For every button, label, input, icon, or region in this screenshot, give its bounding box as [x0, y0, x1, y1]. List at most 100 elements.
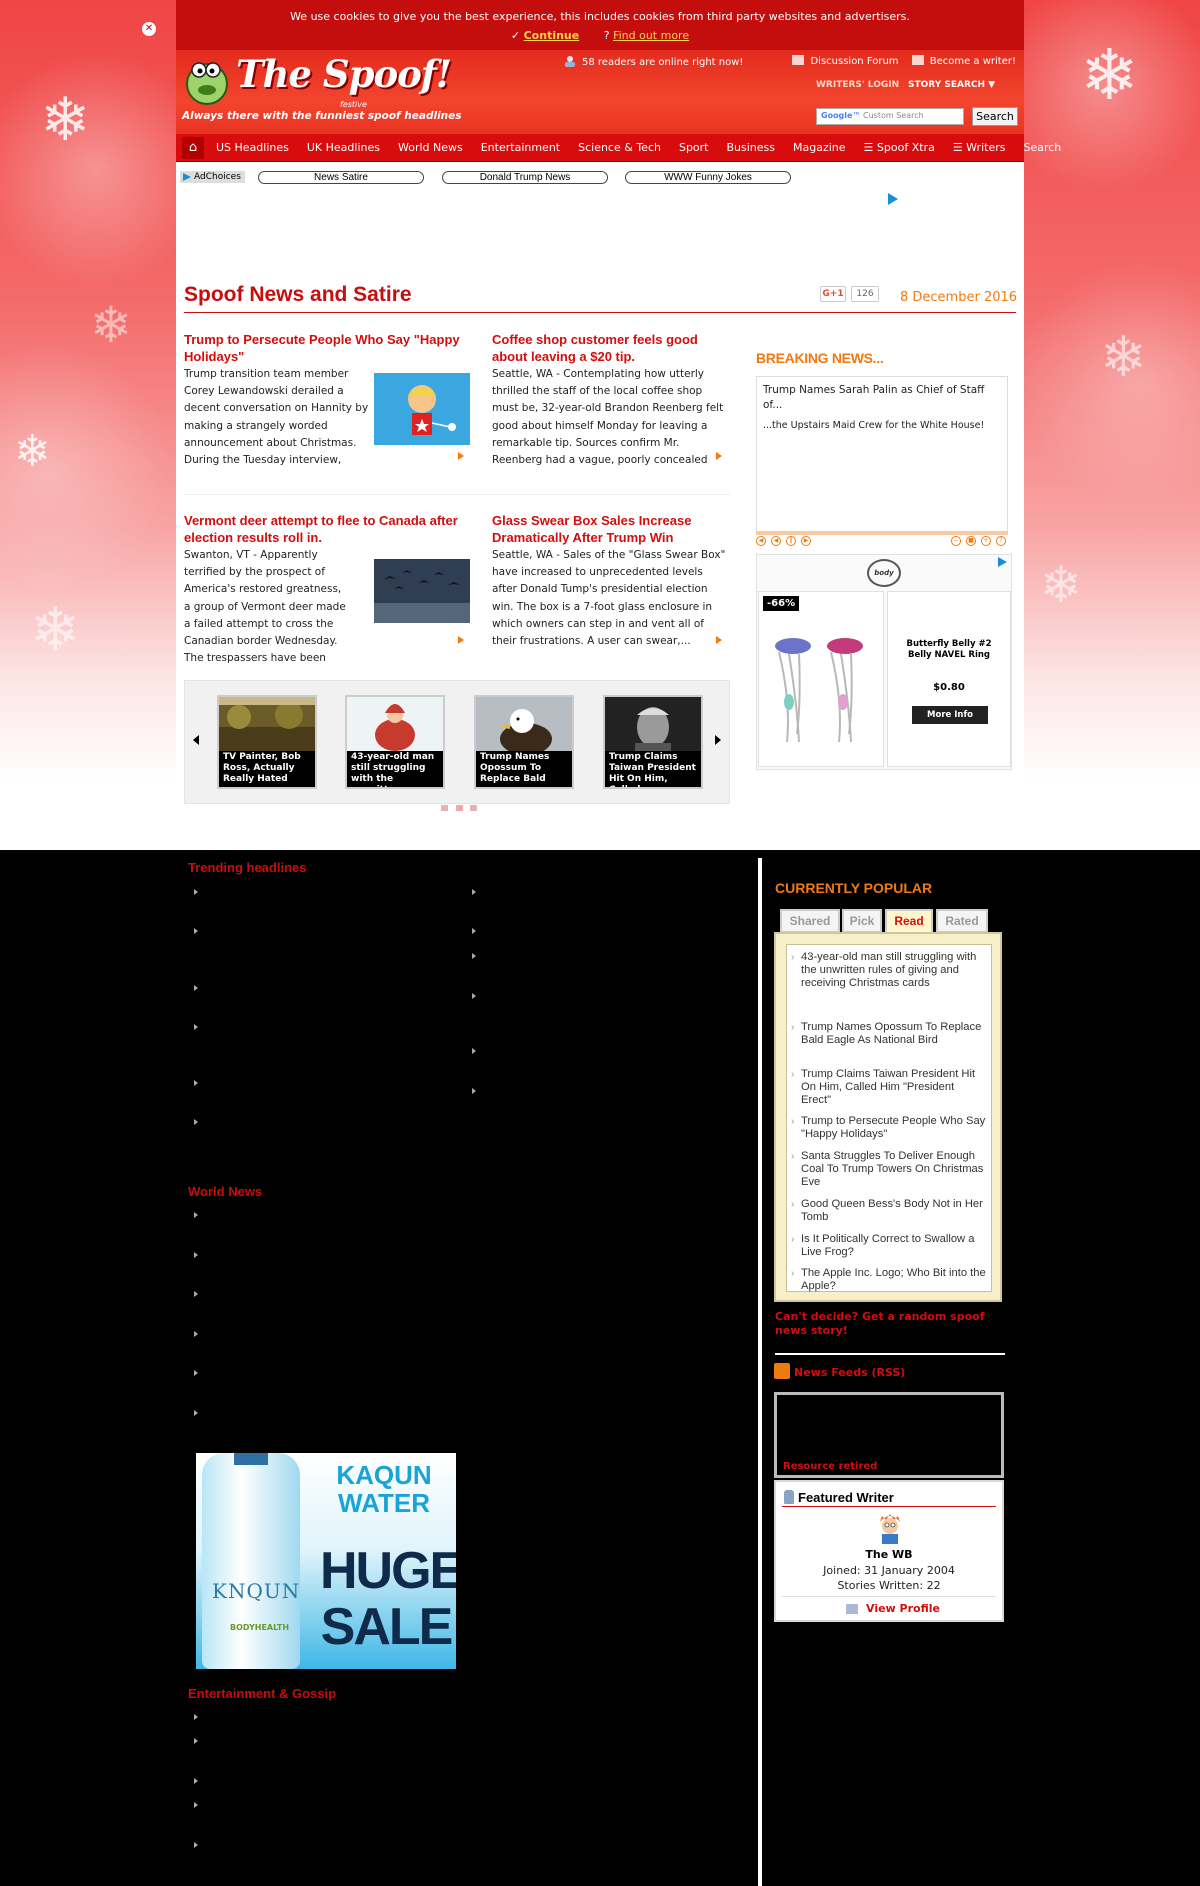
- last-icon[interactable]: ▶: [801, 536, 811, 546]
- ad-product-image[interactable]: -66%: [758, 591, 884, 767]
- popular-item[interactable]: Trump Names Opossum To Replace Bald Eagl…: [791, 1021, 987, 1047]
- writers-login-link[interactable]: WRITERS' LOGIN: [816, 80, 899, 90]
- article-thumbnail[interactable]: [374, 555, 470, 627]
- article-title[interactable]: Coffee shop customer feels good about le…: [492, 331, 728, 365]
- close-icon[interactable]: ✕: [142, 22, 156, 36]
- search-input[interactable]: Google™ Custom Search: [816, 108, 964, 125]
- story-search-link[interactable]: STORY SEARCH ▼: [908, 80, 995, 90]
- carousel-next-icon[interactable]: [715, 735, 721, 745]
- nav-item-business[interactable]: Business: [727, 134, 776, 162]
- logo-mascot-icon[interactable]: [184, 56, 230, 106]
- popular-item[interactable]: Is It Politically Correct to Swallow a L…: [791, 1233, 987, 1259]
- popular-item[interactable]: Trump to Persecute People Who Say "Happy…: [791, 1115, 987, 1141]
- carousel-caption: Trump Names Opossum To Replace Bald: [476, 751, 572, 787]
- nav-item-sport[interactable]: Sport: [679, 134, 709, 162]
- carousel-dot[interactable]: [456, 805, 463, 811]
- article-teaser: Seattle, WA - Contemplating how utterly …: [492, 368, 724, 467]
- article-card[interactable]: Trump to Persecute People Who Say "Happy…: [184, 331, 470, 471]
- tab-pick[interactable]: Pick: [842, 909, 882, 933]
- carousel-item[interactable]: TV Painter, Bob Ross, Actually Really Ha…: [217, 695, 317, 789]
- carousel-item[interactable]: Trump Names Opossum To Replace Bald: [474, 695, 574, 789]
- article-thumbnail[interactable]: [374, 373, 470, 445]
- nav-item-uk-headlines[interactable]: UK Headlines: [307, 134, 380, 162]
- help-icon[interactable]: ?: [996, 536, 1006, 546]
- popular-item[interactable]: Santa Struggles To Deliver Enough Coal T…: [791, 1150, 987, 1189]
- gplus-button[interactable]: G+1: [820, 286, 846, 302]
- random-story-link[interactable]: Can't decide? Get a random spoof news st…: [775, 1310, 995, 1338]
- tab-rated[interactable]: Rated: [936, 909, 988, 933]
- divider: [775, 1353, 1005, 1355]
- tab-shared[interactable]: Shared: [780, 909, 840, 933]
- discussion-forum-link[interactable]: Discussion Forum: [810, 56, 898, 67]
- writer-name[interactable]: The WB: [776, 1548, 1002, 1561]
- logo-festive: festive: [340, 100, 367, 109]
- cookie-find-out-link[interactable]: Find out more: [613, 29, 689, 42]
- pen-icon: [911, 55, 924, 65]
- stop-icon[interactable]: ■: [966, 536, 976, 546]
- list-bullet: [194, 1778, 198, 1784]
- article-title[interactable]: Vermont deer attempt to flee to Canada a…: [184, 512, 470, 546]
- carousel-item[interactable]: 43-year-old man still struggling with th…: [345, 695, 445, 789]
- popular-item[interactable]: Trump Claims Taiwan President Hit On Him…: [791, 1068, 987, 1107]
- list-bullet: [194, 1024, 198, 1030]
- kaqun-water-ad[interactable]: KNQUN BODYHEALTH KAQUN WATER HUGE SALE: [196, 1453, 456, 1669]
- product-ad[interactable]: body -66% Butterfly Belly #2 Belly NAVEL…: [756, 554, 1012, 770]
- breaking-news-box[interactable]: Trump Names Sarah Palin as Chief of Staf…: [756, 376, 1008, 532]
- article-title[interactable]: Glass Swear Box Sales Increase Dramatica…: [492, 512, 728, 546]
- adchoices-badge[interactable]: AdChoices: [180, 171, 245, 183]
- breaking-news-headline[interactable]: Trump Names Sarah Palin as Chief of Staf…: [763, 383, 1001, 413]
- ad-info-icon[interactable]: [888, 193, 898, 205]
- popular-item[interactable]: The Apple Inc. Logo; Who Bit into the Ap…: [791, 1267, 987, 1293]
- divider: [782, 1596, 996, 1597]
- plus-icon[interactable]: +: [981, 536, 991, 546]
- nav-item-world-news[interactable]: World News: [398, 134, 463, 162]
- carousel-item[interactable]: Trump Claims Taiwan President Hit On Him…: [603, 695, 703, 789]
- tab-read[interactable]: Read: [885, 909, 933, 933]
- carousel-prev-icon[interactable]: [193, 735, 199, 745]
- first-icon[interactable]: ◀: [756, 536, 766, 546]
- read-more-arrow-icon[interactable]: [458, 452, 464, 460]
- home-icon[interactable]: ⌂: [182, 137, 204, 159]
- read-more-arrow-icon[interactable]: [458, 636, 464, 644]
- cookie-continue-link[interactable]: Continue: [524, 29, 580, 42]
- more-info-button[interactable]: More Info: [912, 706, 988, 724]
- prev-icon[interactable]: ◀: [771, 536, 781, 546]
- nav-item-magazine[interactable]: Magazine: [793, 134, 846, 162]
- nav-item-entertainment[interactable]: Entertainment: [481, 134, 560, 162]
- avatar[interactable]: [876, 1512, 904, 1544]
- search-button[interactable]: Search: [972, 107, 1018, 126]
- question-icon: ?: [603, 29, 610, 42]
- ad-info-icon[interactable]: [998, 557, 1007, 567]
- ad-brand-logo: body: [867, 559, 901, 587]
- carousel-dot[interactable]: [441, 805, 448, 811]
- belly-ring-image: [775, 638, 863, 743]
- nav-item-science-tech[interactable]: Science & Tech: [578, 134, 661, 162]
- nav-item-search[interactable]: Search: [1023, 134, 1061, 162]
- user-icon: [564, 55, 576, 67]
- view-profile-link[interactable]: View Profile: [866, 1602, 940, 1615]
- become-writer-link[interactable]: Become a writer!: [930, 56, 1016, 67]
- pause-icon[interactable]: ‖: [786, 536, 796, 546]
- carousel-dot[interactable]: [470, 805, 477, 811]
- ad-product-details[interactable]: Butterfly Belly #2 Belly NAVEL Ring $0.8…: [887, 591, 1011, 767]
- minus-icon[interactable]: −: [951, 536, 961, 546]
- ad-link-donald-trump-news[interactable]: Donald Trump News: [442, 171, 608, 184]
- ad-link-www-funny-jokes[interactable]: WWW Funny Jokes: [625, 171, 791, 184]
- article-card[interactable]: Glass Swear Box Sales Increase Dramatica…: [492, 512, 728, 652]
- nav-item-spoof-xtra[interactable]: ☰ Spoof Xtra: [864, 134, 935, 162]
- popular-item[interactable]: Good Queen Bess's Body Not in Her Tomb: [791, 1198, 987, 1224]
- list-bullet: [472, 953, 476, 959]
- rss-icon[interactable]: [774, 1363, 790, 1379]
- nav-item-us-headlines[interactable]: US Headlines: [216, 134, 289, 162]
- read-more-arrow-icon[interactable]: [716, 452, 722, 460]
- read-more-arrow-icon[interactable]: [716, 636, 722, 644]
- popular-item[interactable]: 43-year-old man still struggling with th…: [791, 951, 987, 990]
- ad-link-news-satire[interactable]: News Satire: [258, 171, 424, 184]
- news-feeds-link[interactable]: News Feeds (RSS): [794, 1366, 905, 1379]
- entertainment-gossip-title: Entertainment & Gossip: [188, 1686, 337, 1701]
- article-card[interactable]: Vermont deer attempt to flee to Canada a…: [184, 512, 470, 664]
- article-card[interactable]: Coffee shop customer feels good about le…: [492, 331, 728, 471]
- nav-item-writers[interactable]: ☰ Writers: [953, 134, 1006, 162]
- article-title[interactable]: Trump to Persecute People Who Say "Happy…: [184, 331, 470, 365]
- logo-title[interactable]: The Spoof!: [236, 52, 452, 96]
